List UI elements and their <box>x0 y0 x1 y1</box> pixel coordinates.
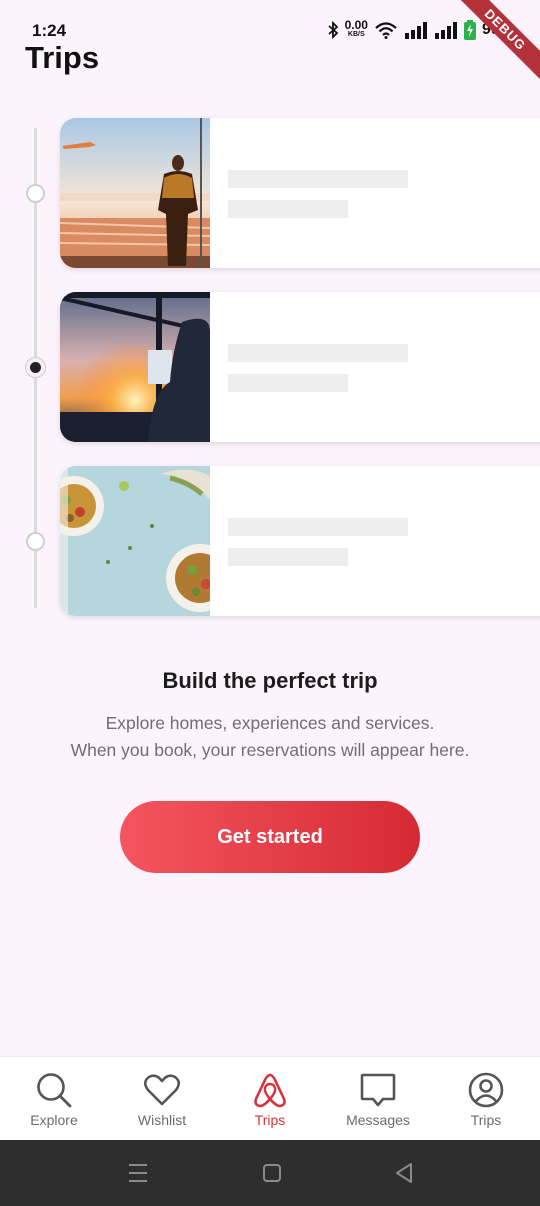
system-nav-bar <box>0 1140 540 1206</box>
nav-label: Trips <box>470 1112 502 1128</box>
bluetooth-icon <box>328 21 338 39</box>
airbnb-logo-icon <box>254 1073 286 1108</box>
skeleton-line <box>228 374 348 392</box>
wifi-icon <box>375 22 397 39</box>
get-started-button[interactable]: Get started <box>120 801 420 873</box>
skeleton-line <box>228 344 408 362</box>
message-icon <box>360 1073 396 1107</box>
net-speed-value: 0.00 <box>344 18 368 32</box>
timeline-dot <box>26 184 45 203</box>
trip-placeholder-card <box>60 292 540 442</box>
search-icon <box>37 1073 72 1108</box>
nav-item-trips[interactable]: Trips <box>216 1057 324 1140</box>
nav-item-wishlist[interactable]: Wishlist <box>108 1057 216 1140</box>
skeleton-line <box>228 548 348 566</box>
bottom-nav: Explore Wishlist Trips Messages Trips <box>0 1056 540 1140</box>
empty-state-title: Build the perfect trip <box>162 668 378 693</box>
nav-item-messages[interactable]: Messages <box>324 1057 432 1140</box>
skeleton-line <box>228 518 408 536</box>
timeline-dot-active <box>26 358 45 377</box>
home-button-icon[interactable] <box>262 1163 282 1183</box>
profile-icon <box>468 1072 504 1108</box>
airport-traveler-image <box>60 118 210 268</box>
skeleton-line <box>228 170 408 188</box>
page-title: Trips <box>25 40 100 75</box>
status-bar: 1:24 0.00 KB/S 99% DEBUG <box>0 0 540 84</box>
timeline-dot <box>26 532 45 551</box>
debug-banner: DEBUG <box>451 0 540 84</box>
nav-item-explore[interactable]: Explore <box>0 1057 108 1140</box>
empty-state-line-1: Explore homes, experiences and services. <box>105 713 435 733</box>
status-time: 1:24 <box>32 21 67 40</box>
sunset-window-image <box>60 292 210 442</box>
nav-label: Wishlist <box>137 1112 187 1128</box>
trip-placeholder-card <box>60 118 540 268</box>
heart-icon <box>143 1074 181 1106</box>
nav-label: Explore <box>30 1112 78 1128</box>
empty-state-line-2: When you book, your reservations will ap… <box>70 740 470 760</box>
nav-label: Trips <box>254 1112 286 1128</box>
net-speed-unit: KB/S <box>347 31 365 38</box>
nav-item-profile[interactable]: Trips <box>432 1057 540 1140</box>
nav-label: Messages <box>346 1112 410 1128</box>
trip-placeholder-card <box>60 466 540 616</box>
battery-charging-icon <box>463 20 476 40</box>
net-speed: 0.00 KB/S <box>344 18 368 39</box>
back-button-icon[interactable] <box>394 1162 414 1184</box>
skeleton-line <box>228 200 348 218</box>
signal-icon-1 <box>404 22 427 39</box>
food-table-image <box>60 466 210 616</box>
recents-menu-icon[interactable] <box>128 1162 148 1184</box>
signal-icon-2 <box>434 22 457 39</box>
